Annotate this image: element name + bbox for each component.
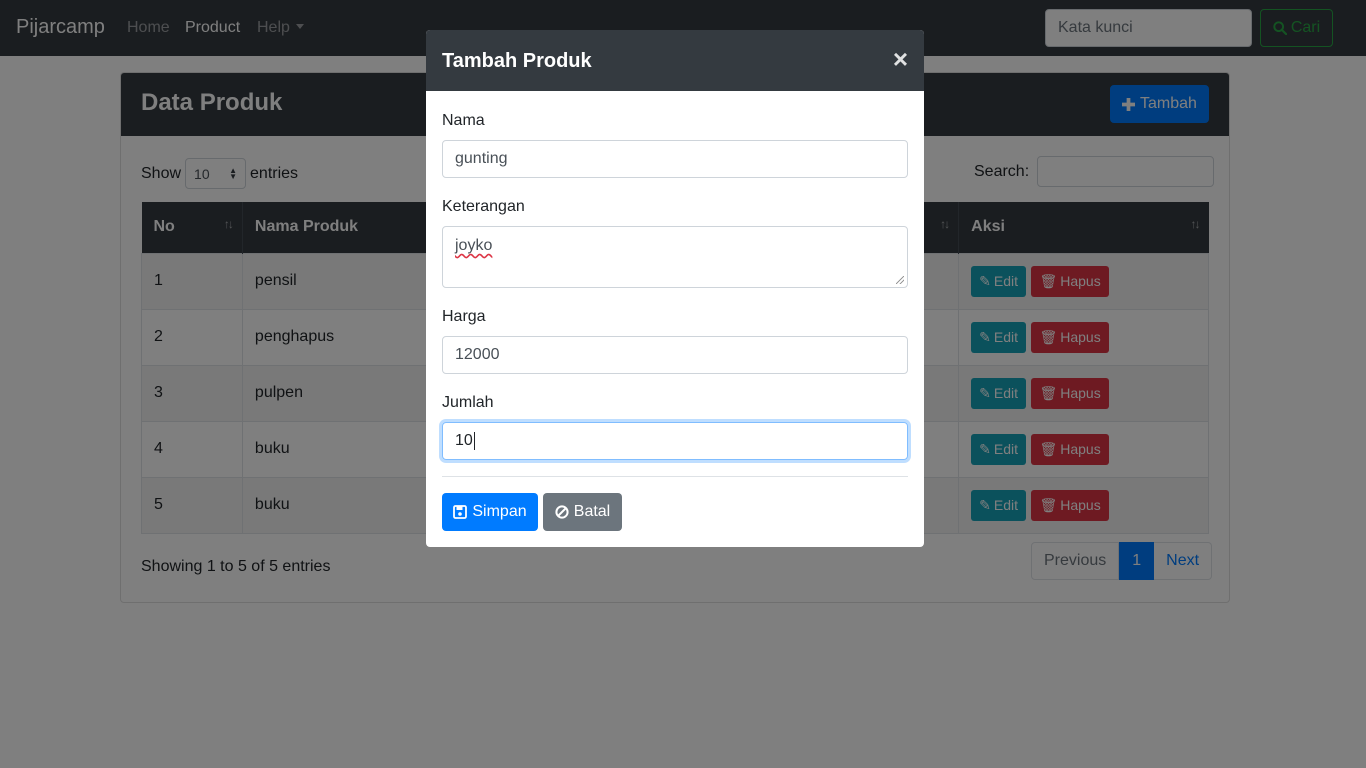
harga-input-value: 12000	[455, 346, 500, 363]
nama-input[interactable]: gunting	[442, 140, 908, 178]
keterangan-textarea[interactable]: joyko	[442, 226, 908, 288]
jumlah-input[interactable]: 10	[442, 422, 908, 460]
keterangan-label: Keterangan	[442, 198, 525, 215]
save-icon	[453, 505, 468, 519]
cancel-button[interactable]: Batal	[543, 493, 622, 531]
save-button-label: Simpan	[472, 503, 527, 520]
modal-title: Tambah Produk	[442, 50, 592, 72]
cancel-button-label: Batal	[573, 503, 611, 520]
add-product-modal: Tambah Produk × Nama gunting Keterangan …	[426, 30, 924, 547]
modal-divider	[442, 476, 908, 477]
jumlah-label: Jumlah	[442, 394, 494, 411]
resize-handle-icon[interactable]	[896, 276, 904, 284]
modal-header: Tambah Produk ×	[426, 30, 924, 91]
keterangan-textarea-value: joyko	[455, 237, 493, 254]
ban-icon	[555, 505, 569, 519]
nama-label: Nama	[442, 112, 485, 129]
close-icon[interactable]: ×	[893, 46, 908, 72]
save-button[interactable]: Simpan	[442, 493, 538, 531]
harga-label: Harga	[442, 308, 486, 325]
nama-input-value: gunting	[455, 150, 508, 167]
harga-input[interactable]: 12000	[442, 336, 908, 374]
jumlah-input-value: 10	[455, 432, 473, 449]
text-cursor	[473, 432, 475, 450]
